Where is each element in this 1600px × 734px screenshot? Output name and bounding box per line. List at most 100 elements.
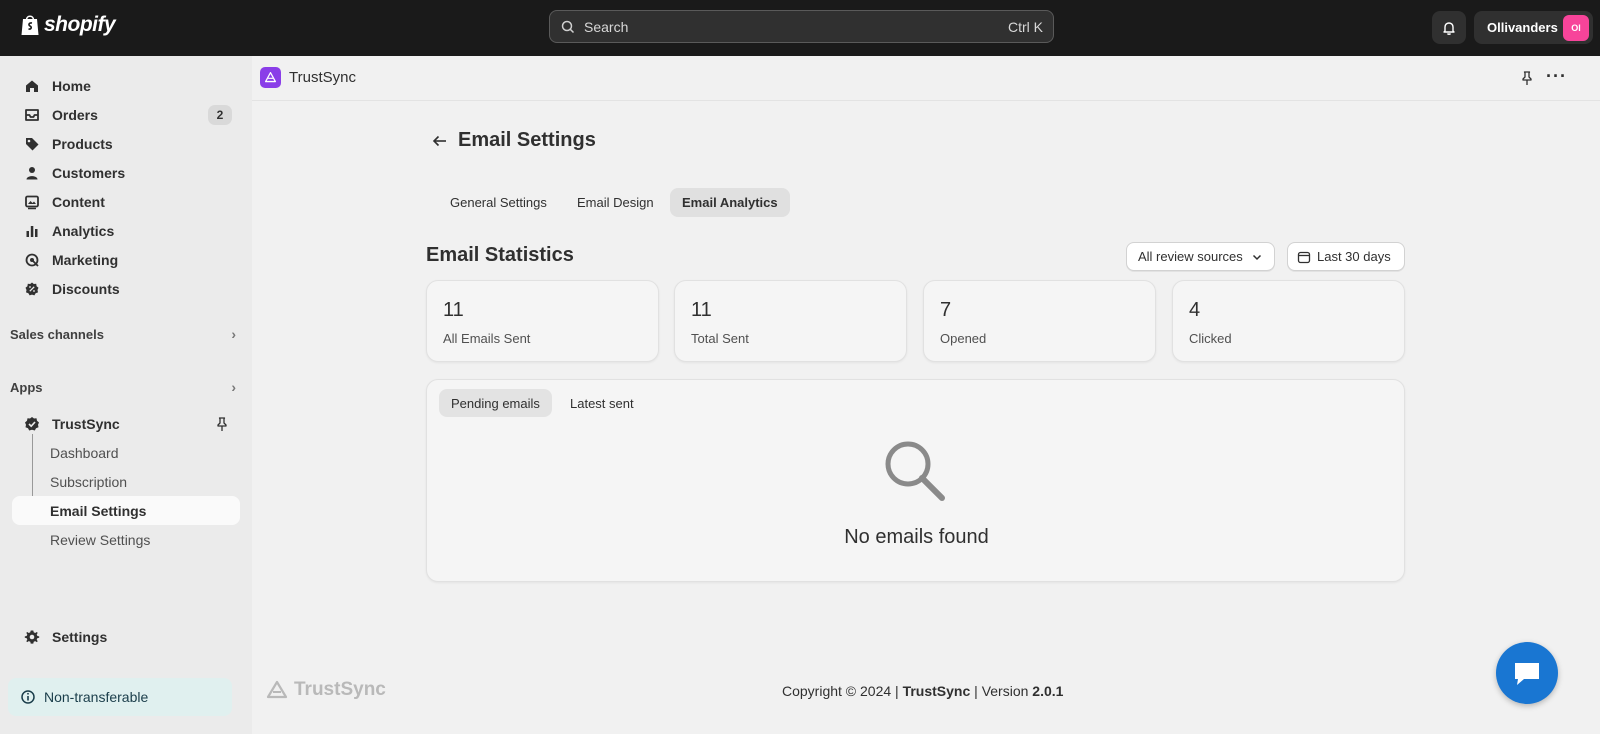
sidebar-item-label: TrustSync [52,416,120,432]
sidebar-item-label: Products [52,136,113,152]
sidebar-subitem-subscription[interactable]: Subscription [12,467,240,496]
search-icon [561,20,575,33]
non-transferable-banner[interactable]: Non-transferable [8,678,232,716]
tab-email-analytics[interactable]: Email Analytics [670,188,790,217]
gear-icon [24,630,40,644]
apps-header[interactable]: Apps › [10,377,240,397]
target-icon [25,253,39,267]
sidebar-item-label: Home [52,78,91,94]
sidebar-item-trustsync[interactable]: TrustSync [12,410,240,438]
tab-latest-sent[interactable]: Latest sent [558,389,646,417]
chevron-right-icon: › [231,326,236,342]
home-icon [26,80,38,92]
content-icon [25,195,39,210]
sidebar-item-label: Orders [52,107,98,123]
pin-icon[interactable] [1519,70,1535,86]
notifications-button[interactable] [1432,11,1466,44]
pin-icon[interactable] [214,416,230,432]
sidebar-item-label: Customers [52,165,126,181]
shopify-wordmark: shopify [44,13,116,36]
search-bar[interactable]: Search Ctrl K [549,10,1054,43]
chevron-down-icon [1252,254,1261,260]
sales-channels-header[interactable]: Sales channels › [10,324,240,344]
stat-card-all-emails-sent: 11 All Emails Sent [426,280,659,362]
sidebar-item-settings[interactable]: Settings [12,623,240,651]
orders-count-badge: 2 [208,105,232,125]
verified-badge-icon [25,417,39,431]
stat-value: 11 [443,299,464,321]
avatar: Ol [1563,14,1589,41]
discount-icon [25,282,39,296]
more-options-icon[interactable]: ··· [1546,66,1567,87]
version-label: | Version [974,683,1029,699]
bar-chart-icon [26,226,38,237]
trustsync-footer-logo: TrustSync [266,679,386,701]
account-menu[interactable]: Ollivanders Ol [1474,11,1593,44]
shopify-logo[interactable]: shopify [20,13,116,37]
person-icon [26,167,38,180]
stat-card-total-sent: 11 Total Sent [674,280,907,362]
sidebar-item-content[interactable]: Content [12,188,240,216]
stat-card-opened: 7 Opened [923,280,1156,362]
email-list-card: Pending emails Latest sent No emails fou… [426,379,1405,582]
app-title: TrustSync [289,69,356,86]
stat-value: 7 [940,299,952,321]
footer-copyright: Copyright © 2024 | TrustSync | Version 2… [782,683,1063,699]
review-source-select[interactable]: All review sources [1126,242,1275,271]
date-range-button[interactable]: Last 30 days [1287,242,1405,271]
store-name: Ollivanders [1487,20,1558,35]
stat-label: Clicked [1189,331,1232,346]
trustsync-app-icon [260,67,281,88]
copyright-prefix: Copyright © 2024 | [782,683,899,699]
tag-icon [26,138,39,151]
trustsync-logo-icon [264,71,277,83]
tab-general-settings[interactable]: General Settings [438,188,559,217]
sidebar-item-customers[interactable]: Customers [12,159,240,187]
stat-value: 11 [691,299,712,321]
sidebar-item-label: Settings [52,629,108,645]
empty-state-message: No emails found [844,526,989,548]
sidebar-item-label: Analytics [52,223,115,239]
sidebar: Home Orders 2 Products Customers Content… [0,56,252,734]
sidebar-item-home[interactable]: Home [12,72,240,100]
chevron-right-icon: › [231,379,236,395]
sidebar-item-label: Marketing [52,252,119,268]
search-placeholder: Search [584,18,629,35]
info-icon [21,690,35,704]
sidebar-subitem-dashboard[interactable]: Dashboard [12,438,240,467]
footer-logo-text: TrustSync [294,679,386,700]
back-arrow-icon[interactable] [431,132,449,150]
page-title: Email Settings [458,129,596,151]
sidebar-item-label: Discounts [52,281,120,297]
magnifier-icon [885,441,945,501]
sidebar-item-analytics[interactable]: Analytics [12,217,240,245]
search-shortcut: Ctrl K [1008,18,1043,35]
tab-pending-emails[interactable]: Pending emails [439,389,552,417]
sidebar-subitem-review-settings[interactable]: Review Settings [12,525,240,554]
chat-launcher-button[interactable] [1496,642,1558,704]
shopify-bag-icon [21,15,39,35]
sales-channels-label: Sales channels [10,326,104,342]
bell-icon [1443,21,1455,35]
orders-icon [25,109,39,121]
trustsync-logo-icon [266,680,288,699]
apps-label: Apps [10,379,43,395]
sidebar-item-marketing[interactable]: Marketing [12,246,240,274]
stat-label: Total Sent [691,331,749,346]
sidebar-item-discounts[interactable]: Discounts [12,275,240,303]
stat-value: 4 [1189,299,1201,321]
stat-card-clicked: 4 Clicked [1172,280,1405,362]
stat-label: All Emails Sent [443,331,531,346]
non-transferable-label: Non-transferable [44,689,149,705]
stats-title: Email Statistics [426,244,574,266]
sidebar-item-orders[interactable]: Orders 2 [12,101,240,129]
version-number: 2.0.1 [1032,683,1064,699]
tab-email-design[interactable]: Email Design [565,188,666,217]
sidebar-item-products[interactable]: Products [12,130,240,158]
chat-bubble-icon [1515,663,1539,685]
calendar-icon [1297,251,1311,263]
sidebar-subitem-email-settings[interactable]: Email Settings [12,496,240,525]
review-source-value: All review sources [1138,249,1243,264]
footer-brand: TrustSync [902,683,971,699]
stat-label: Opened [940,331,987,346]
